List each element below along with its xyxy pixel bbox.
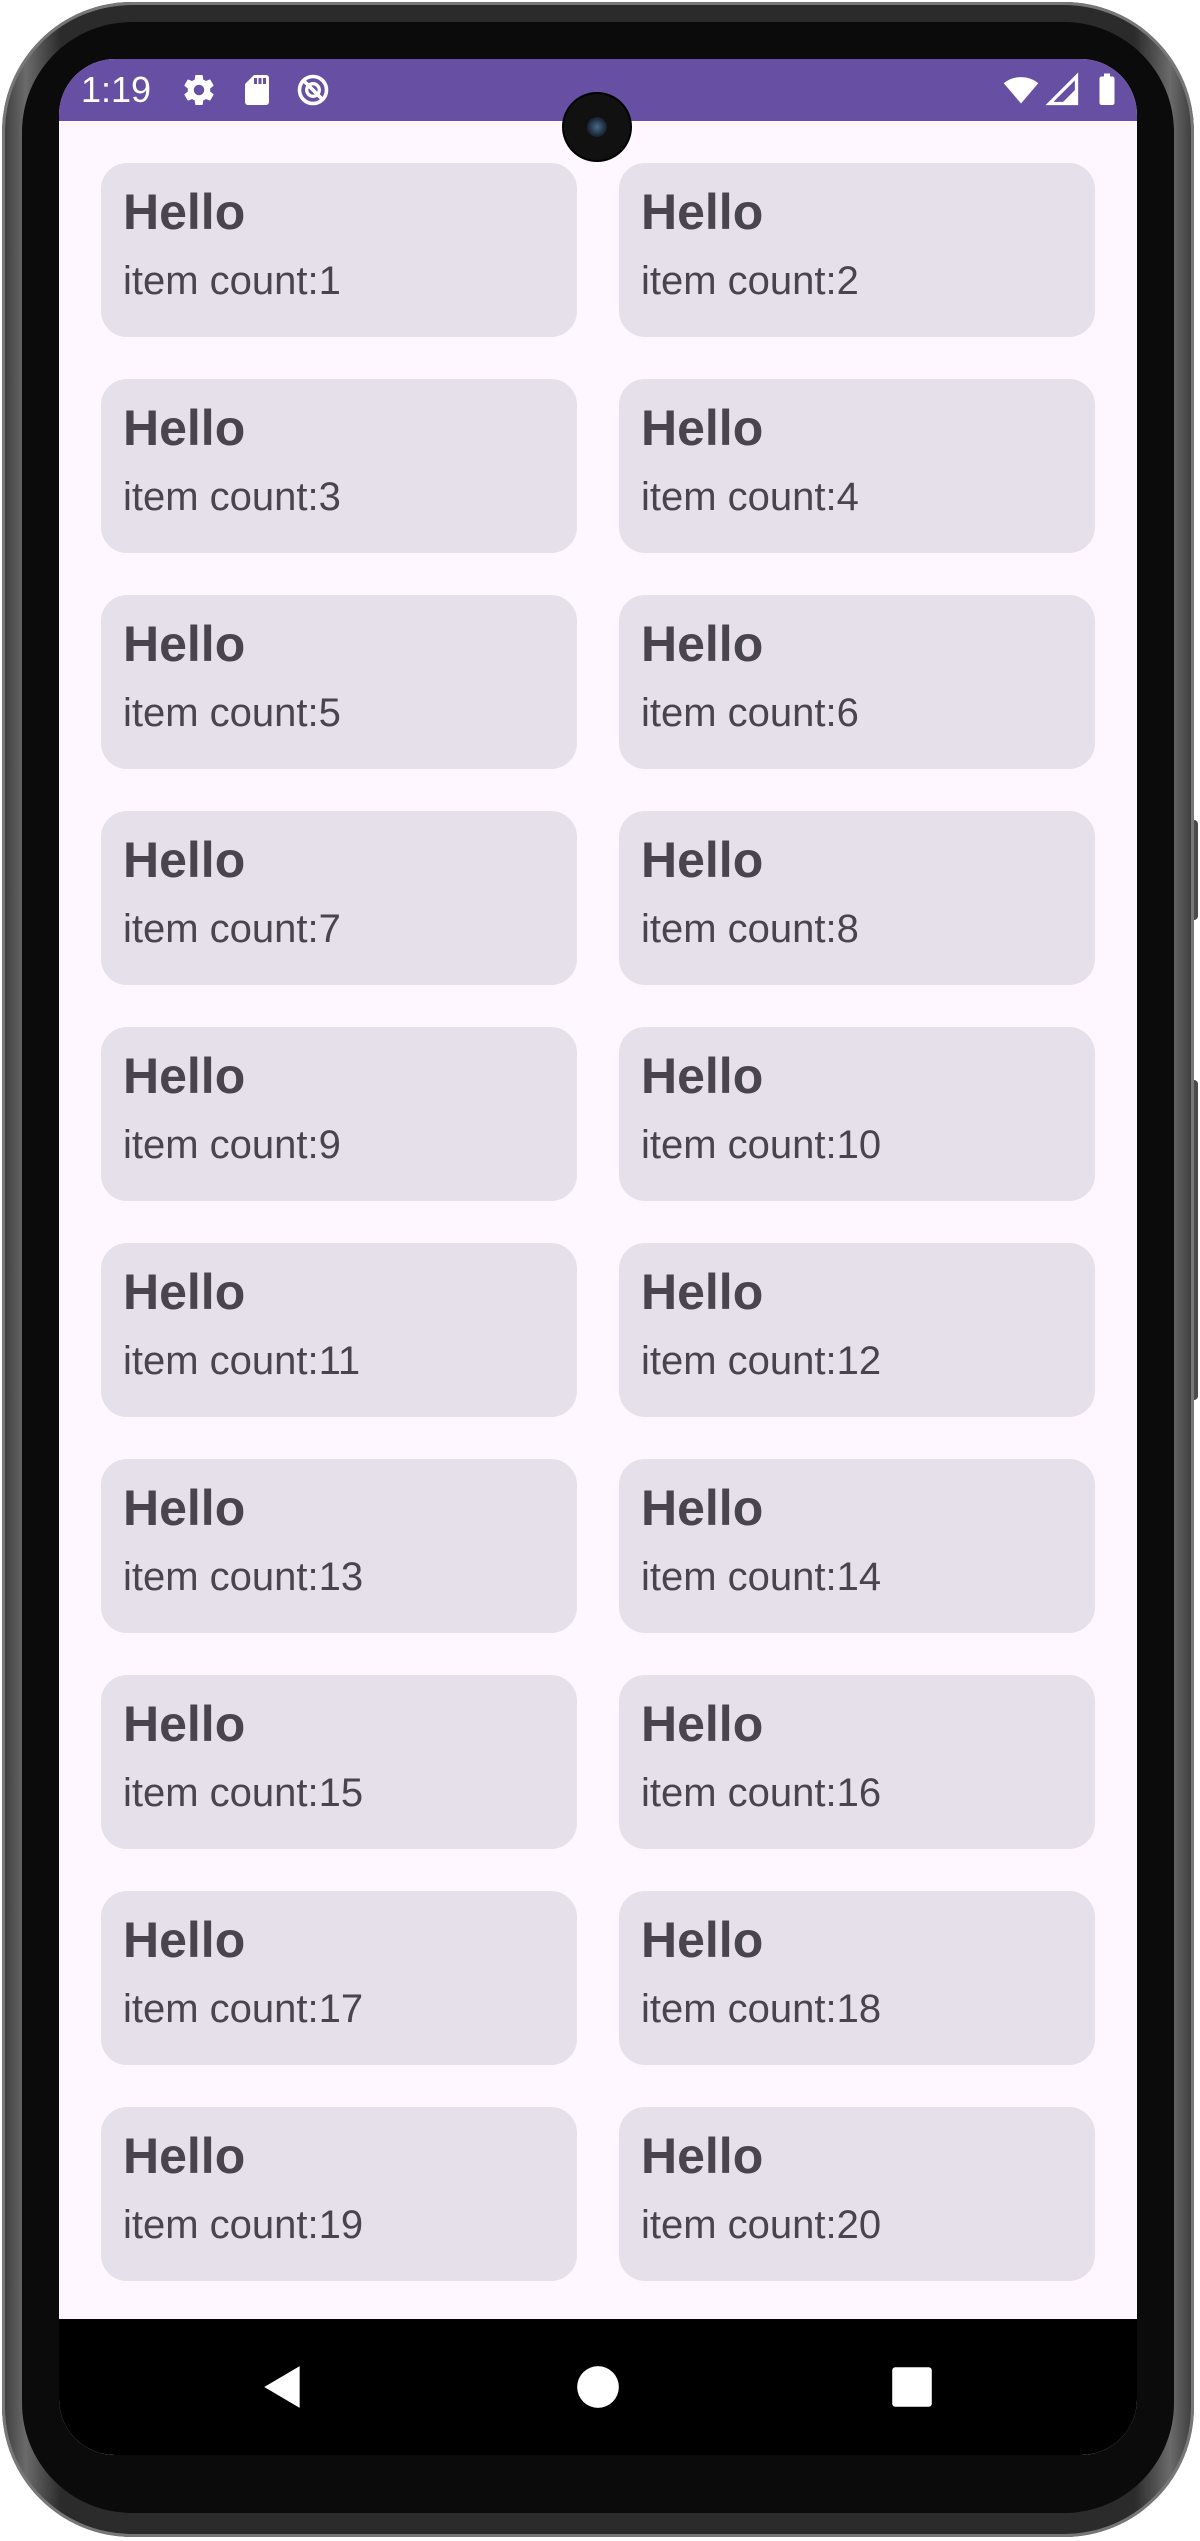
settings-icon <box>184 75 214 106</box>
grid-card[interactable]: Hello item count:17 <box>101 1891 577 2065</box>
grid-card[interactable]: Hello item count:6 <box>619 595 1095 769</box>
card-title: Hello <box>123 616 246 672</box>
card-grid[interactable]: Hello item count:1 Hello item count:2 He… <box>101 163 1095 2455</box>
grid-card[interactable]: Hello item count:1 <box>101 163 577 337</box>
card-title: Hello <box>123 832 246 888</box>
card-count: item count:3 <box>123 475 341 519</box>
card-count: item count:7 <box>123 907 341 951</box>
back-icon[interactable] <box>258 2362 308 2412</box>
screen: 1:19 Hello item count:1 Hello item count… <box>59 59 1137 2455</box>
card-count: item count:14 <box>641 1555 882 1599</box>
grid-card[interactable]: Hello item count:8 <box>619 811 1095 985</box>
card-count: item count:16 <box>641 1771 882 1815</box>
card-title: Hello <box>641 1048 764 1104</box>
grid-card[interactable]: Hello item count:4 <box>619 379 1095 553</box>
grid-card[interactable]: Hello item count:14 <box>619 1459 1095 1633</box>
home-icon[interactable] <box>573 2362 623 2412</box>
card-title: Hello <box>123 1912 246 1968</box>
card-count: item count:15 <box>123 1771 364 1815</box>
grid-card[interactable]: Hello item count:10 <box>619 1027 1095 1201</box>
card-title: Hello <box>123 1480 246 1536</box>
grid-card[interactable]: Hello item count:15 <box>101 1675 577 1849</box>
card-count: item count:10 <box>641 1123 882 1167</box>
card-count: item count:20 <box>641 2203 882 2247</box>
card-title: Hello <box>123 1048 246 1104</box>
do-not-disturb-icon <box>297 74 329 106</box>
card-count: item count:17 <box>123 1987 364 2031</box>
card-count: item count:18 <box>641 1987 882 2031</box>
grid-card[interactable]: Hello item count:11 <box>101 1243 577 1417</box>
card-title: Hello <box>123 2128 246 2184</box>
card-count: item count:6 <box>641 691 859 735</box>
grid-card[interactable]: Hello item count:20 <box>619 2107 1095 2281</box>
card-title: Hello <box>641 400 764 456</box>
wifi-icon <box>1003 77 1039 104</box>
card-title: Hello <box>641 184 764 240</box>
card-title: Hello <box>641 832 764 888</box>
card-title: Hello <box>641 616 764 672</box>
card-title: Hello <box>641 1696 764 1752</box>
grid-card[interactable]: Hello item count:3 <box>101 379 577 553</box>
recents-icon[interactable] <box>887 2362 937 2412</box>
grid-card[interactable]: Hello item count:13 <box>101 1459 577 1633</box>
grid-card[interactable]: Hello item count:18 <box>619 1891 1095 2065</box>
status-time: 1:19 <box>81 69 152 110</box>
card-count: item count:5 <box>123 691 341 735</box>
card-title: Hello <box>641 2128 764 2184</box>
sd-card-icon <box>245 75 269 105</box>
card-count: item count:19 <box>123 2203 364 2247</box>
grid-card[interactable]: Hello item count:12 <box>619 1243 1095 1417</box>
card-count: item count:13 <box>123 1555 364 1599</box>
front-camera <box>564 94 630 160</box>
card-count: item count:2 <box>641 259 859 303</box>
card-title: Hello <box>123 184 246 240</box>
card-title: Hello <box>641 1912 764 1968</box>
phone-device: 1:19 Hello item count:1 Hello item count… <box>0 0 1200 2541</box>
card-title: Hello <box>123 400 246 456</box>
battery-icon <box>1099 73 1115 105</box>
grid-card[interactable]: Hello item count:7 <box>101 811 577 985</box>
card-count: item count:11 <box>123 1339 361 1383</box>
card-count: item count:12 <box>641 1339 882 1383</box>
card-count: item count:4 <box>641 475 859 519</box>
card-count: item count:9 <box>123 1123 341 1167</box>
card-title: Hello <box>123 1264 246 1320</box>
signal-icon <box>1045 72 1079 106</box>
navigation-bar <box>59 2319 1137 2455</box>
card-title: Hello <box>641 1264 764 1320</box>
grid-card[interactable]: Hello item count:16 <box>619 1675 1095 1849</box>
card-count: item count:8 <box>641 907 859 951</box>
grid-card[interactable]: Hello item count:5 <box>101 595 577 769</box>
grid-card[interactable]: Hello item count:9 <box>101 1027 577 1201</box>
card-count: item count:1 <box>123 259 341 303</box>
card-title: Hello <box>641 1480 764 1536</box>
card-title: Hello <box>123 1696 246 1752</box>
grid-card[interactable]: Hello item count:2 <box>619 163 1095 337</box>
grid-card[interactable]: Hello item count:19 <box>101 2107 577 2281</box>
